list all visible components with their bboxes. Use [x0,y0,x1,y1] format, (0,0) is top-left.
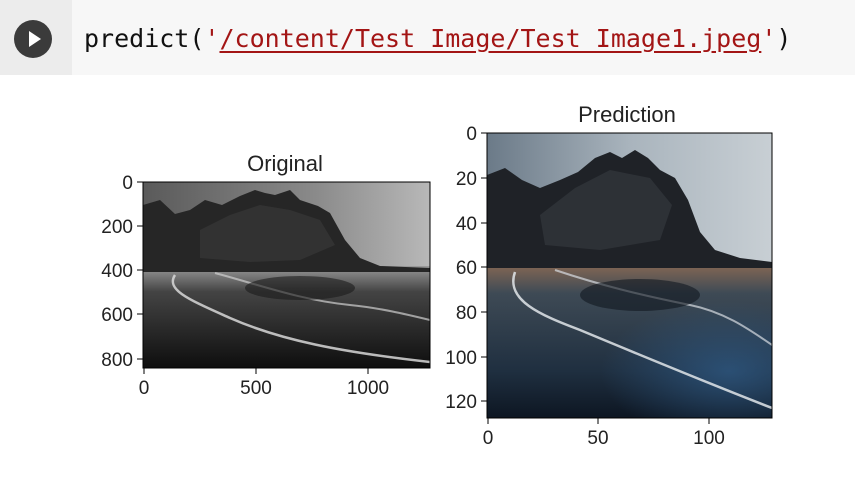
tick-label: 80 [456,303,477,324]
string-quote-close: ' [761,24,777,53]
axis-tick: 400 [101,261,143,282]
string-quote-open: ' [204,24,220,53]
tick-label: 0 [122,173,133,194]
prediction-image [487,133,772,418]
axis-tick: 1000 [347,368,389,399]
axis-tick: 600 [101,305,143,326]
axis-tick: 0 [466,124,487,145]
code-cell: predict('/content/Test_Image/Test_Image1… [0,0,855,75]
axis-tick: 20 [456,169,487,190]
tick-label: 200 [101,217,133,238]
axis-tick: 80 [456,303,487,324]
original-x-axis: 0 500 1000 [139,368,389,399]
axis-tick: 500 [240,368,272,399]
cell-gutter [0,0,72,75]
tick-label: 0 [483,428,494,449]
play-icon [29,31,41,47]
function-call: predict( [84,24,205,53]
original-subplot: Original [142,151,431,369]
run-cell-button[interactable] [14,20,52,58]
axis-tick: 100 [445,348,487,369]
tick-label: 600 [101,305,133,326]
prediction-subplot: Prediction [486,102,773,419]
tick-label: 50 [587,428,608,449]
tick-label: 1000 [347,378,389,399]
axis-tick: 200 [101,217,143,238]
axis-tick: 0 [139,368,150,399]
prediction-x-axis: 0 50 100 [483,418,725,449]
tick-label: 20 [456,169,477,190]
prediction-title: Prediction [578,102,676,127]
tick-label: 40 [456,214,477,235]
closing-paren: ) [776,24,792,53]
axis-tick: 60 [456,258,487,279]
axis-tick: 0 [483,418,494,449]
prediction-y-axis: 0 20 40 60 80 100 120 [445,124,487,413]
original-y-axis: 0 200 400 600 800 [101,173,143,371]
tick-label: 100 [445,348,477,369]
tick-label: 0 [466,124,477,145]
axis-tick: 0 [122,173,143,194]
axis-tick: 40 [456,214,487,235]
tick-label: 500 [240,378,272,399]
axis-tick: 120 [445,392,487,413]
code-editor[interactable]: predict('/content/Test_Image/Test_Image1… [72,0,855,75]
code-line: predict('/content/Test_Image/Test_Image1… [84,22,791,56]
tick-label: 100 [693,428,725,449]
tick-label: 400 [101,261,133,282]
axis-tick: 100 [693,418,725,449]
file-path-link[interactable]: /content/Test_Image/Test_Image1.jpeg [219,24,761,53]
tick-label: 0 [139,378,150,399]
original-title: Original [247,151,323,176]
axis-tick: 800 [101,350,143,371]
output-figure: Original 0200400600800 0 500 1000 Predicti… [101,102,773,449]
cell-output: Original 0 200 400 600 800 0 500 1000 Predicti… [0,75,855,475]
tick-label: 120 [445,392,477,413]
tick-label: 800 [101,350,133,371]
tick-label: 60 [456,258,477,279]
axis-tick: 50 [587,418,609,449]
original-image [143,182,430,368]
